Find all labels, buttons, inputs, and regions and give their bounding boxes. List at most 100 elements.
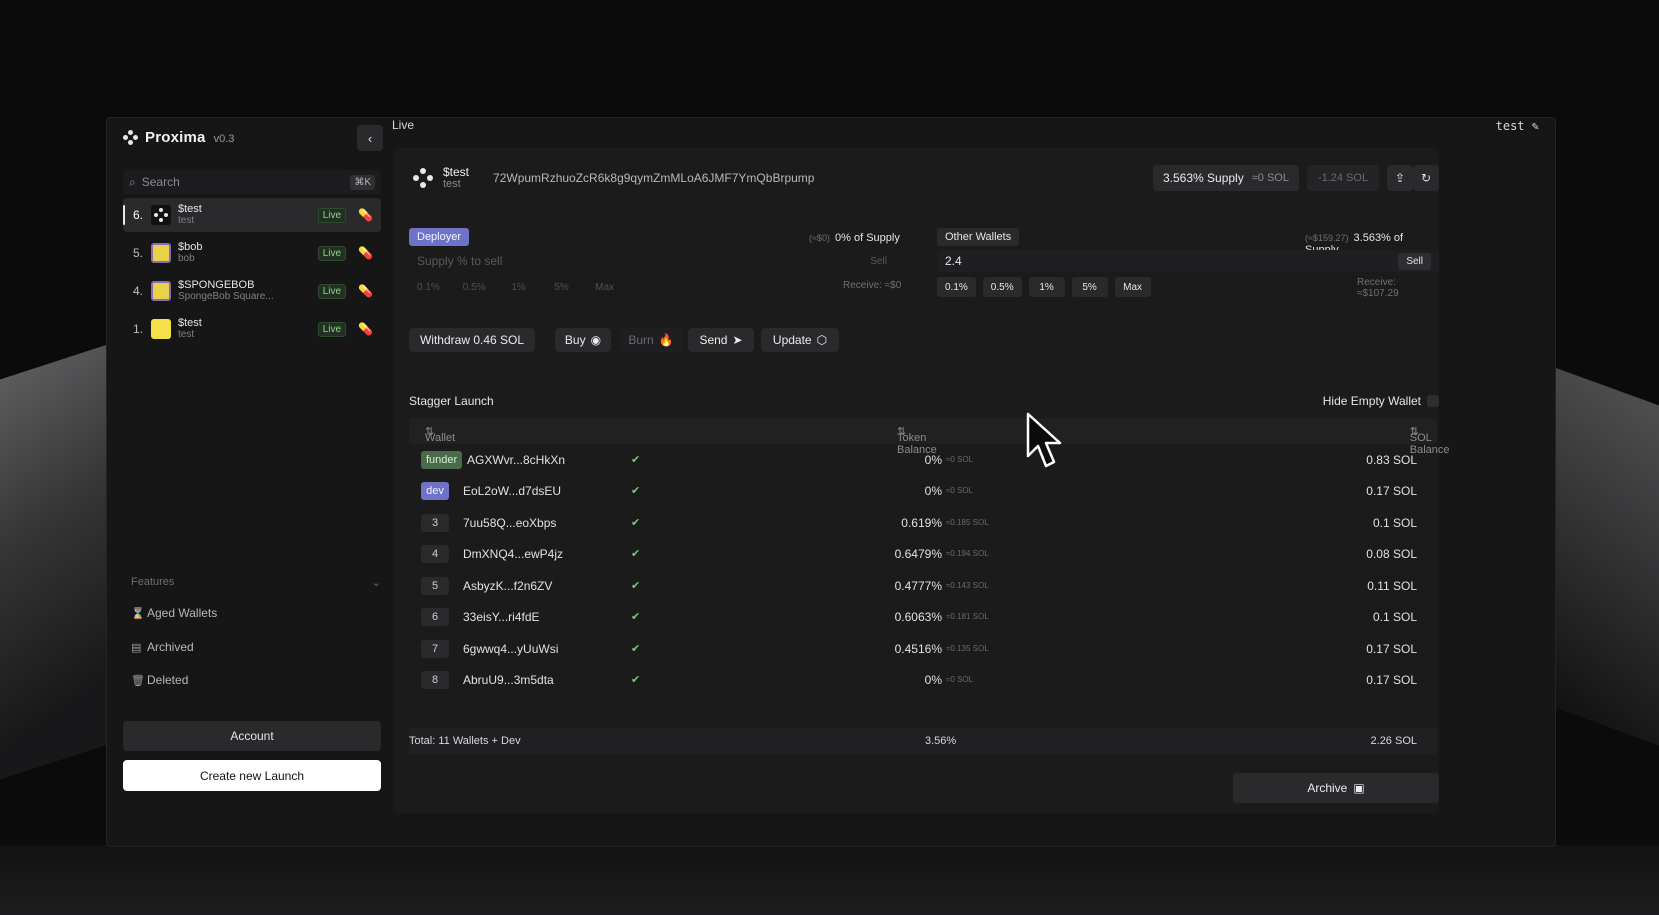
archive-button[interactable]: Archive ▣ — [1233, 773, 1439, 803]
sol-balance: 0.17 SOL — [1366, 642, 1417, 656]
launch-item[interactable]: 1. $test test Live 💊 — [123, 312, 381, 346]
launch-number: 6. — [133, 208, 144, 222]
background-bottom — [0, 845, 1659, 915]
pill-icon[interactable]: 💊 — [358, 246, 373, 260]
check-icon: ✔ — [631, 517, 641, 529]
check-icon: ✔ — [631, 485, 641, 497]
pct-option[interactable]: 1% — [1028, 277, 1065, 297]
pct-option[interactable]: Max — [1114, 277, 1151, 297]
pct-option[interactable]: 0.5% — [455, 277, 494, 297]
wallet-address[interactable]: AbruU9...3m5dta — [463, 673, 554, 687]
supply-sol: ≈0 SOL — [1251, 172, 1289, 184]
token-balance: 0.6063% — [894, 610, 942, 624]
pill-icon[interactable]: 💊 — [358, 284, 373, 298]
contract-address[interactable]: 72WpumRzhuoZcR6k8g9qymZmMLoA6JMF7YmQbBrp… — [493, 171, 814, 185]
wallet-address[interactable]: AsbyzK...f2n6ZV — [463, 579, 552, 593]
create-launch-button[interactable]: Create new Launch — [123, 760, 381, 791]
wallet-index: dev — [421, 482, 449, 500]
burn-label: Burn — [628, 333, 654, 347]
token-symbol: $test — [443, 165, 470, 179]
search-input[interactable]: ⌕ Search ⌘K — [123, 170, 381, 194]
wallet-index: 8 — [421, 671, 449, 689]
deployer-percent-options: 0.1% 0.5% 1% 5% Max — [409, 277, 623, 297]
table-row[interactable]: 3 7uu58Q...eoXbps ✔ 0.619% ≈0.185 SOL 0.… — [409, 508, 1437, 539]
hide-empty-wallet-toggle[interactable]: Hide Empty Wallet — [1323, 394, 1439, 408]
pct-option[interactable]: Max — [587, 277, 623, 297]
app-version: v0.3 — [213, 133, 235, 145]
update-label: Update — [772, 333, 812, 347]
deployer-sell-input[interactable]: Supply % to sell Sell — [409, 250, 903, 272]
token-name: test — [443, 178, 461, 190]
burn-button[interactable]: Burn 🔥 — [620, 328, 682, 352]
table-row[interactable]: funder AGXWvr...8cHkXn ✔ 0% ≈0 SOL 0.83 … — [409, 445, 1437, 476]
flame-icon: 🔥 — [658, 333, 674, 347]
token-avatar — [151, 243, 171, 263]
live-badge: Live — [317, 321, 347, 337]
pct-option[interactable]: 0.1% — [409, 277, 448, 297]
live-badge: Live — [317, 283, 347, 299]
other-wallets-tag: Other Wallets — [937, 228, 1020, 246]
refresh-button[interactable]: ↻ — [1413, 165, 1439, 191]
chevron-down-icon: ⌄ — [371, 577, 381, 589]
feature-deleted[interactable]: 🗑 Deleted — [131, 673, 188, 687]
pct-option[interactable]: 0.5% — [982, 277, 1022, 297]
table-row[interactable]: 6 33eisY...ri4fdE ✔ 0.6063% ≈0.181 SOL 0… — [409, 602, 1437, 633]
column-wallet[interactable]: Wallet ⇅ — [425, 425, 455, 444]
deployer-placeholder: Supply % to sell — [417, 254, 503, 268]
deployer-sell-button[interactable]: Sell — [862, 253, 895, 270]
launch-item[interactable]: 6. $test test Live 💊 — [123, 198, 381, 232]
send-label: Send — [699, 333, 728, 347]
table-row[interactable]: dev EoL2oW...d7dsEU ✔ 0% ≈0 SOL 0.17 SOL — [409, 476, 1437, 507]
deployer-supply: 0% of Supply — [835, 232, 900, 244]
hide-empty-checkbox[interactable] — [1427, 395, 1439, 407]
wallet-index: 7 — [421, 640, 449, 658]
total-sol-balance: 2.26 SOL — [1370, 735, 1417, 747]
account-button[interactable]: Account — [123, 721, 381, 751]
app-name: Proxima — [145, 129, 206, 146]
table-row[interactable]: 4 DmXNQ4...ewP4jz ✔ 0.6479% ≈0.194 SOL 0… — [409, 539, 1437, 570]
search-placeholder: Search — [141, 175, 180, 189]
column-sol-balance[interactable]: SOL Balance ⇅ — [1410, 425, 1450, 456]
share-button[interactable]: ⇪ — [1387, 165, 1413, 191]
wallet-address[interactable]: EoL2oW...d7dsEU — [463, 484, 561, 498]
token-balance: 0% — [924, 453, 942, 467]
withdraw-button[interactable]: Withdraw 0.46 SOL — [409, 328, 535, 352]
wallet-address[interactable]: 7uu58Q...eoXbps — [463, 516, 556, 530]
wallet-address[interactable]: 33eisY...ri4fdE — [463, 610, 540, 624]
table-row[interactable]: 8 AbruU9...3m5dta ✔ 0% ≈0 SOL 0.17 SOL — [409, 665, 1437, 696]
launch-item[interactable]: 4. $SPONGEBOB SpongeBob Square... Live 💊 — [123, 274, 381, 308]
table-row[interactable]: 5 AsbyzK...f2n6ZV ✔ 0.4777% ≈0.143 SOL 0… — [409, 571, 1437, 602]
refresh-icon: ↻ — [1420, 171, 1432, 185]
feature-aged-wallets[interactable]: ⌛ Aged Wallets — [131, 606, 217, 620]
pill-icon[interactable]: 💊 — [358, 322, 373, 336]
token-balance: 0.4777% — [894, 579, 942, 593]
buy-button[interactable]: Buy ◉ — [555, 328, 611, 352]
feature-archived[interactable]: ▤ Archived — [131, 640, 194, 654]
wallet-address[interactable]: 6gwwq4...yUuWsi — [463, 642, 558, 656]
pnl-sol: -1.24 SOL — [1307, 165, 1379, 191]
launch-title: $bob — [178, 241, 203, 253]
wallet-address[interactable]: AGXWvr...8cHkXn — [467, 453, 565, 467]
send-button[interactable]: Send ➤ — [688, 328, 754, 352]
collapse-sidebar-button[interactable]: ‹ — [357, 125, 383, 151]
other-sell-button[interactable]: Sell — [1398, 252, 1431, 270]
user-name[interactable]: test ✎ — [1496, 118, 1539, 133]
feature-label: Deleted — [147, 673, 189, 687]
wallet-address[interactable]: DmXNQ4...ewP4jz — [463, 547, 563, 561]
pill-icon[interactable]: 💊 — [358, 208, 373, 222]
update-button[interactable]: Update ⬡ — [761, 328, 839, 352]
pct-option[interactable]: 5% — [1071, 277, 1108, 297]
token-sol-estimate: ≈0.143 SOL — [946, 581, 989, 590]
pct-option[interactable]: 1% — [501, 277, 537, 297]
other-sell-input[interactable]: 2.4 Sell — [937, 250, 1439, 272]
other-value: 2.4 — [945, 254, 962, 268]
token-sol-estimate: ≈0 SOL — [946, 675, 974, 684]
features-header[interactable]: Features ⌄ — [131, 576, 381, 589]
launch-item[interactable]: 5. $bob bob Live 💊 — [123, 236, 381, 270]
other-percent-options: 0.1% 0.5% 1% 5% Max — [937, 277, 1151, 297]
column-token-balance[interactable]: Token Balance ⇅ — [897, 425, 937, 456]
pct-option[interactable]: 0.1% — [937, 277, 976, 297]
wallet-index: 5 — [421, 577, 449, 595]
pct-option[interactable]: 5% — [544, 277, 580, 297]
table-row[interactable]: 7 6gwwq4...yUuWsi ✔ 0.4516% ≈0.135 SOL 0… — [409, 634, 1437, 665]
